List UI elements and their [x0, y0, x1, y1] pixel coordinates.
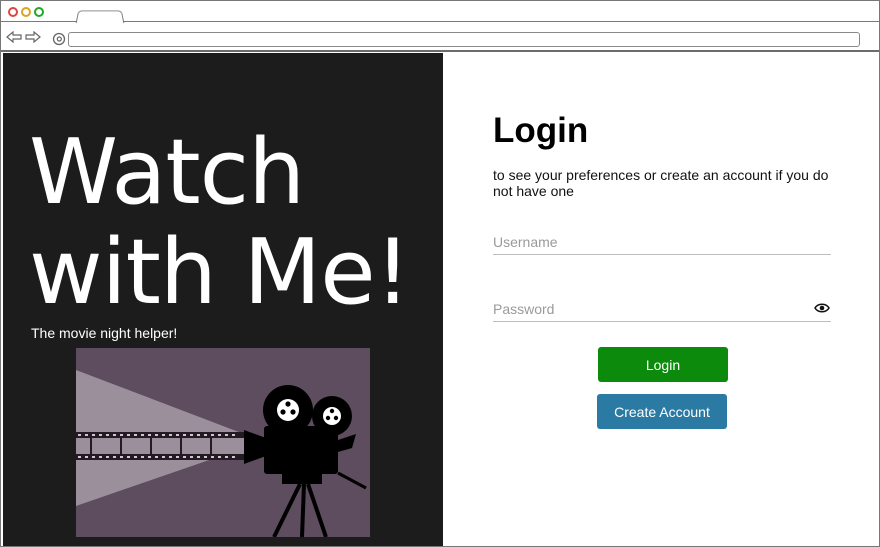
- at-sign-icon: [52, 32, 66, 46]
- hero-panel: Watch with Me! The movie night helper!: [3, 53, 443, 546]
- hero-title: Watch with Me!: [29, 120, 411, 325]
- maximize-window-icon[interactable]: [34, 7, 44, 17]
- browser-tab[interactable]: [75, 10, 125, 24]
- movie-camera-illustration: [76, 348, 370, 537]
- login-subtitle: to see your preferences or create an acc…: [493, 167, 829, 199]
- create-account-button[interactable]: Create Account: [597, 394, 727, 429]
- hero-title-line-2: with Me!: [29, 220, 411, 325]
- address-bar[interactable]: [68, 32, 860, 47]
- password-input[interactable]: [493, 296, 831, 322]
- login-title: Login: [493, 111, 589, 150]
- film-strip-icon: [76, 432, 246, 460]
- username-input[interactable]: [493, 229, 831, 255]
- minimize-window-icon[interactable]: [21, 7, 31, 17]
- close-window-icon[interactable]: [8, 7, 18, 17]
- hero-title-line-1: Watch: [29, 120, 305, 225]
- forward-arrow-icon[interactable]: [25, 31, 41, 43]
- login-panel: Login to see your preferences or create …: [443, 53, 879, 546]
- back-arrow-icon[interactable]: [6, 31, 22, 43]
- eye-icon[interactable]: [814, 302, 830, 314]
- tagline: The movie night helper!: [31, 325, 178, 341]
- login-button[interactable]: Login: [598, 347, 728, 382]
- browser-nav-bar: [1, 23, 879, 52]
- browser-window: Watch with Me! The movie night helper! L…: [0, 0, 880, 547]
- browser-tab-bar: [1, 1, 879, 24]
